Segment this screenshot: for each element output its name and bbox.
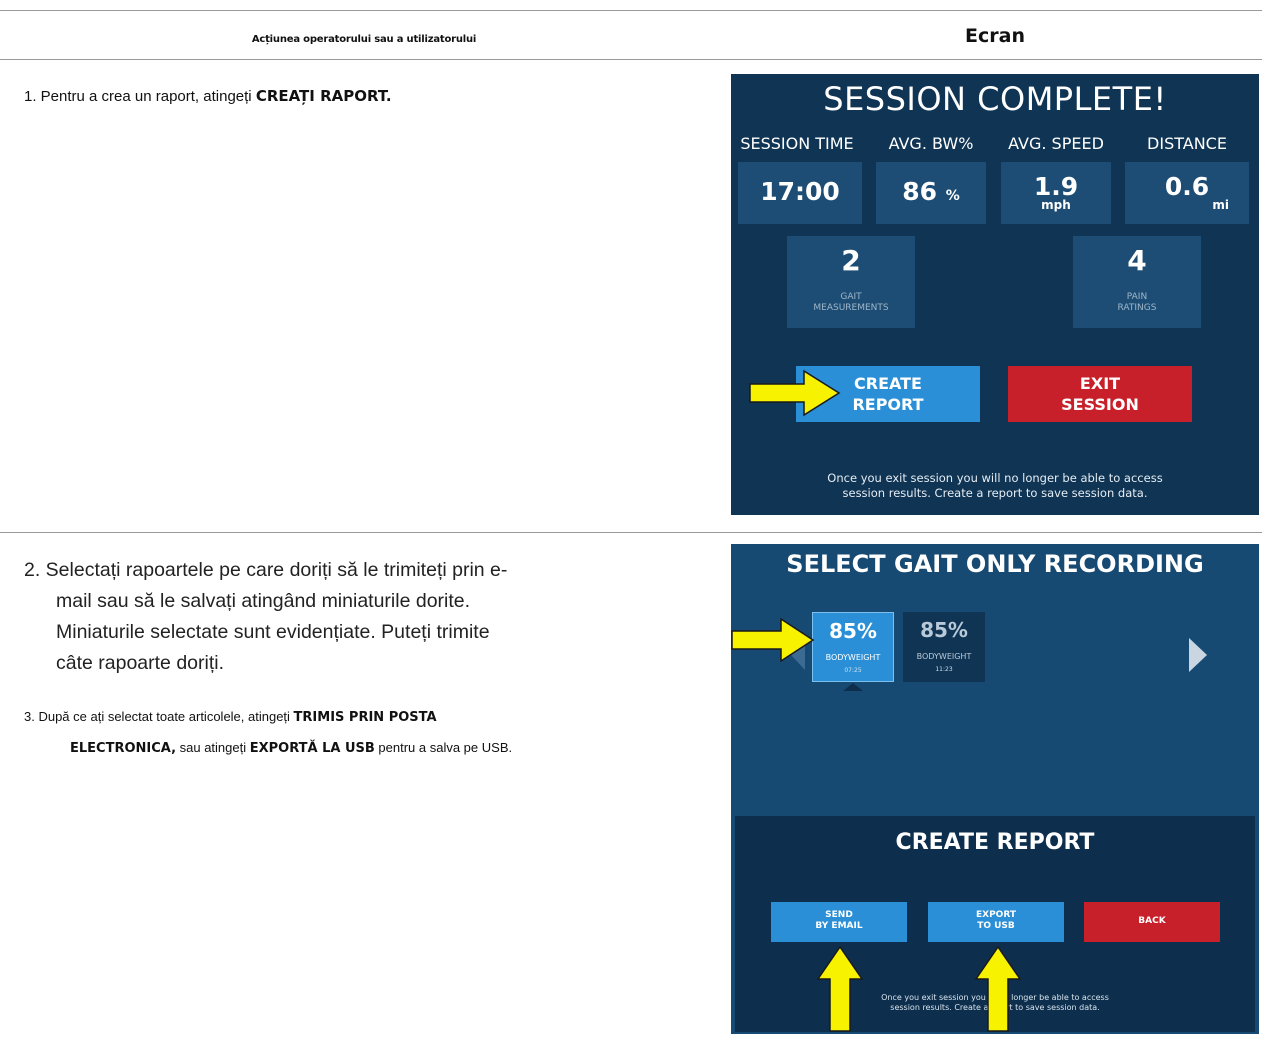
session-time-value: 17:00 — [760, 177, 840, 206]
step-1-intro: 1. Pentru a crea un raport, atingeți — [24, 88, 256, 105]
back-label: BACK — [1138, 916, 1166, 926]
step-3-usb-action: EXPORTĂ LA USB — [249, 741, 375, 756]
distance-unit: mi — [1212, 198, 1229, 212]
arrow-up-icon — [817, 946, 863, 1032]
step-3-text: 3. După ce ați selectat toate articolele… — [24, 702, 704, 764]
session-complete-title: SESSION COMPLETE! — [823, 80, 1167, 118]
step-2-text: 2. Selectați rapoartele pe care doriți s… — [24, 555, 644, 679]
pain-label-line-2: RATINGS — [1117, 303, 1157, 313]
export-to-usb-label-1: EXPORT — [976, 910, 1016, 920]
step-3-outro: pentru a salva pe USB. — [374, 740, 513, 755]
avg-bw-label: AVG. BW% — [888, 134, 974, 153]
chevron-right-icon[interactable] — [1189, 638, 1207, 672]
step-2-line-3: Miniaturile selectate sunt evidențiate. … — [56, 621, 490, 643]
header-rule — [0, 59, 1262, 60]
gait-measurements-tile[interactable]: 2 GAIT MEASUREMENTS — [787, 236, 915, 328]
gait-label-line-1: GAIT — [840, 292, 862, 302]
distance-label: DISTANCE — [1147, 134, 1227, 153]
select-recording-screen: SELECT GAIT ONLY RECORDING 85% BODYWEIGH… — [731, 544, 1259, 1034]
avg-speed-unit: mph — [1041, 198, 1071, 212]
send-by-email-button[interactable]: SEND BY EMAIL — [771, 902, 907, 942]
arrow-right-icon — [731, 618, 815, 662]
send-by-email-label-1: SEND — [825, 910, 853, 920]
session-note-line-1: Once you exit session you will no longer… — [827, 471, 1163, 485]
exit-session-button[interactable]: EXIT SESSION — [1008, 366, 1192, 422]
session-note: Once you exit session you will no longer… — [731, 471, 1259, 501]
step-2-line-2: mail sau să le salvați atingând miniatur… — [56, 590, 471, 612]
arrow-up-icon — [975, 946, 1021, 1032]
session-note-line-2: session results. Create a report to save… — [842, 486, 1148, 500]
distance-tile: 0.6 mi — [1125, 162, 1249, 224]
thumbnail-time: 07:25 — [844, 667, 862, 674]
avg-bw-value-row: 86 % — [876, 177, 986, 206]
step-3-intro: 3. După ce ați selectat toate articolele… — [24, 709, 294, 724]
step-3-mid: sau atingeți — [176, 740, 250, 755]
thumbnail-bodyweight-percent: 85% — [920, 618, 968, 642]
step-3-line-2: ELECTRONICA, sau atingeți EXPORTĂ LA USB… — [24, 733, 704, 764]
arrow-right-icon — [749, 369, 841, 417]
recording-thumbnail[interactable]: 85% BODYWEIGHT 11:23 — [903, 612, 985, 682]
thumbnail-bodyweight-percent: 85% — [829, 619, 877, 643]
send-by-email-label-2: BY EMAIL — [815, 921, 863, 931]
row-rule — [0, 532, 1262, 533]
export-to-usb-label-2: TO USB — [977, 921, 1015, 931]
avg-speed-label: AVG. SPEED — [1008, 134, 1104, 153]
export-to-usb-button[interactable]: EXPORT TO USB — [928, 902, 1064, 942]
select-recording-title: SELECT GAIT ONLY RECORDING — [786, 550, 1204, 578]
avg-bw-unit: % — [945, 188, 960, 204]
thumbnail-label: BODYWEIGHT — [825, 653, 881, 662]
distance-value: 0.6 — [1164, 172, 1210, 201]
recording-thumbnail-selected[interactable]: 85% BODYWEIGHT 07:25 — [812, 612, 894, 682]
gait-label-line-2: MEASUREMENTS — [813, 303, 889, 313]
report-note-line-2a: session results. Create a — [890, 1003, 989, 1012]
pain-ratings-count: 4 — [1127, 244, 1147, 277]
pain-ratings-tile[interactable]: 4 PAIN RATINGS — [1073, 236, 1201, 328]
back-button[interactable]: BACK — [1084, 902, 1220, 942]
report-note-line-1a: Once you exit session you — [881, 993, 986, 1002]
thumbnail-label: BODYWEIGHT — [916, 652, 972, 661]
step-3-email-action: TRIMIS PRIN POSTA — [293, 710, 437, 725]
avg-bw-value: 86 — [902, 177, 938, 206]
gait-measurements-count: 2 — [841, 244, 861, 277]
step-2-line-1: 2. Selectați rapoartele pe care doriți s… — [24, 559, 508, 581]
exit-session-label-2: SESSION — [1061, 395, 1139, 414]
pain-label-line-1: PAIN — [1126, 292, 1148, 302]
session-time-tile: 17:00 — [738, 162, 862, 224]
thumbnail-time: 11:23 — [935, 666, 953, 673]
avg-bw-tile: 86 % — [876, 162, 986, 224]
selection-caret-icon — [843, 683, 863, 691]
header-screen: Ecran — [965, 25, 1025, 47]
step-1-text: 1. Pentru a crea un raport, atingeți CRE… — [24, 86, 392, 107]
session-complete-screen: SESSION COMPLETE! SESSION TIME AVG. BW% … — [731, 74, 1259, 515]
header-action: Acțiunea operatorului sau a utilizatorul… — [251, 34, 477, 45]
create-report-title: CREATE REPORT — [895, 830, 1095, 855]
exit-session-label-1: EXIT — [1079, 374, 1121, 393]
session-time-label: SESSION TIME — [740, 134, 854, 153]
step-1-action: CREAȚI RAPORT. — [255, 87, 392, 105]
step-3-email-action-cont: ELECTRONICA, — [70, 741, 177, 756]
avg-speed-tile: 1.9 mph — [1001, 162, 1111, 224]
table-top-rule — [0, 10, 1262, 11]
step-2-line-4: câte rapoarte doriți. — [56, 652, 225, 674]
avg-speed-value: 1.9 — [1033, 172, 1079, 201]
